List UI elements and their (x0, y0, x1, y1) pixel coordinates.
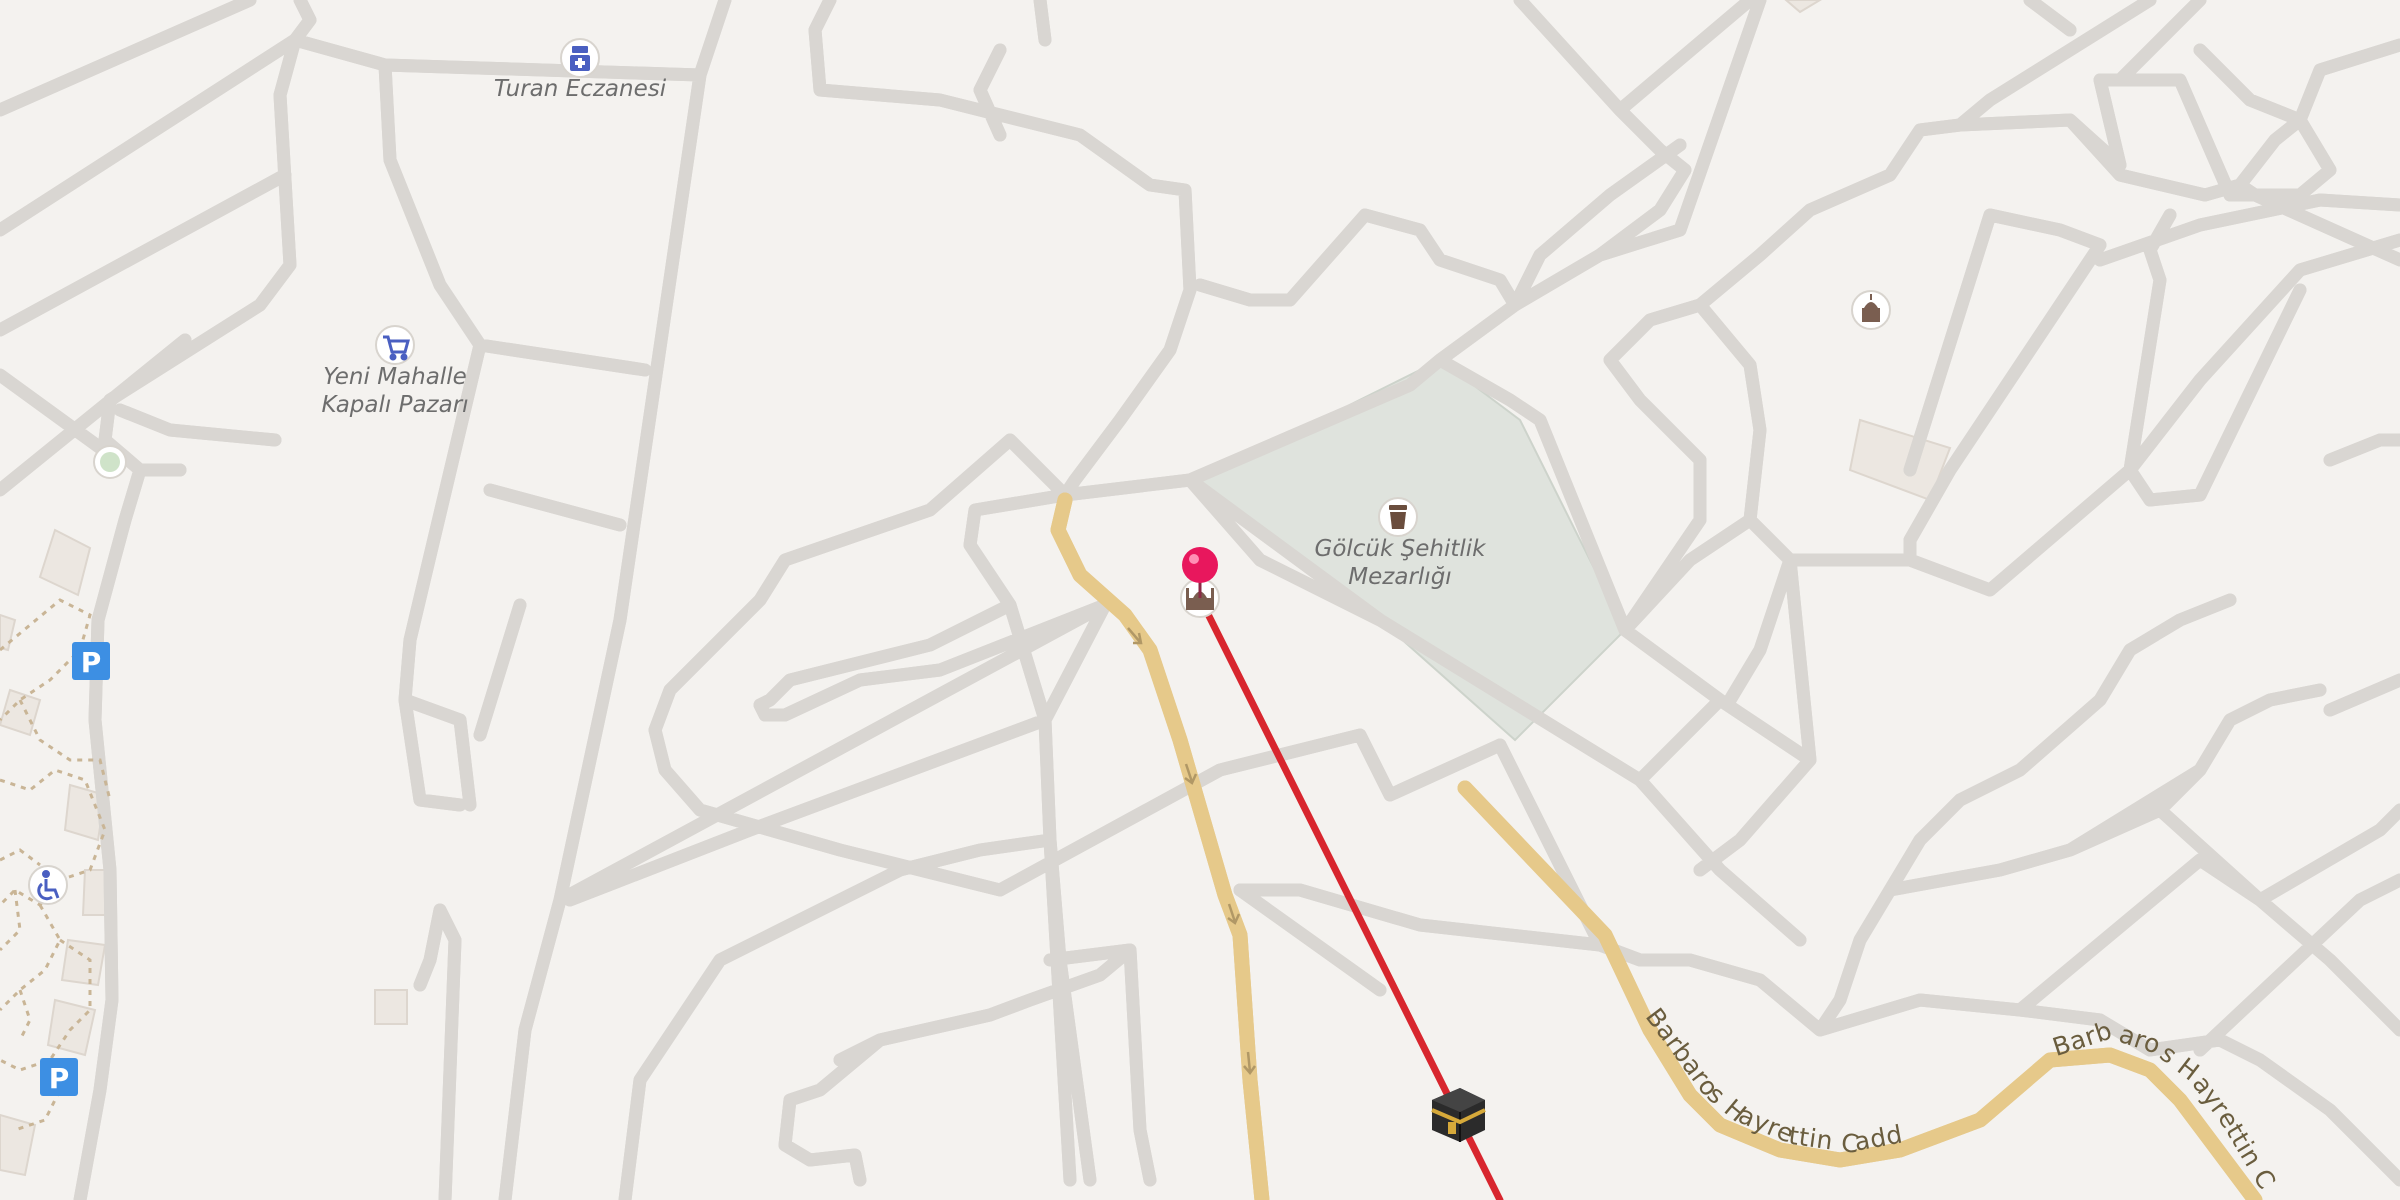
parking-label-1: P (81, 646, 102, 679)
map-canvas[interactable]: Barbaros Hayrettin Caddesi Barbaros Hayr… (0, 0, 2400, 1200)
cemetery-label-line2: Mezarlığı (1348, 564, 1451, 590)
parking-label-2: P (49, 1062, 70, 1095)
kaaba-icon[interactable] (1431, 1088, 1486, 1142)
marketplace-label-line1: Yeni Mahalle (323, 364, 467, 390)
park-dot-icon (100, 452, 120, 472)
marketplace-poi[interactable]: Yeni Mahalle Kapalı Pazarı (321, 325, 469, 418)
marketplace-label-line2: Kapalı Pazarı (321, 392, 468, 418)
pharmacy-icon (570, 46, 590, 71)
place-of-worship-poi[interactable] (1851, 290, 1891, 330)
accessibility-poi[interactable] (28, 865, 68, 905)
map-viewport[interactable]: Barbaros Hayrettin Caddesi Barbaros Hayr… (0, 0, 2400, 1200)
cemetery-label-line1: Gölcük Şehitlik (1315, 536, 1488, 562)
pharmacy-label: Turan Eczanesi (494, 76, 667, 102)
park-dot-poi[interactable] (93, 445, 127, 479)
grave-icon (1389, 505, 1407, 529)
parking-sign-1[interactable]: P (72, 642, 110, 680)
parking-sign-2[interactable]: P (40, 1058, 78, 1096)
